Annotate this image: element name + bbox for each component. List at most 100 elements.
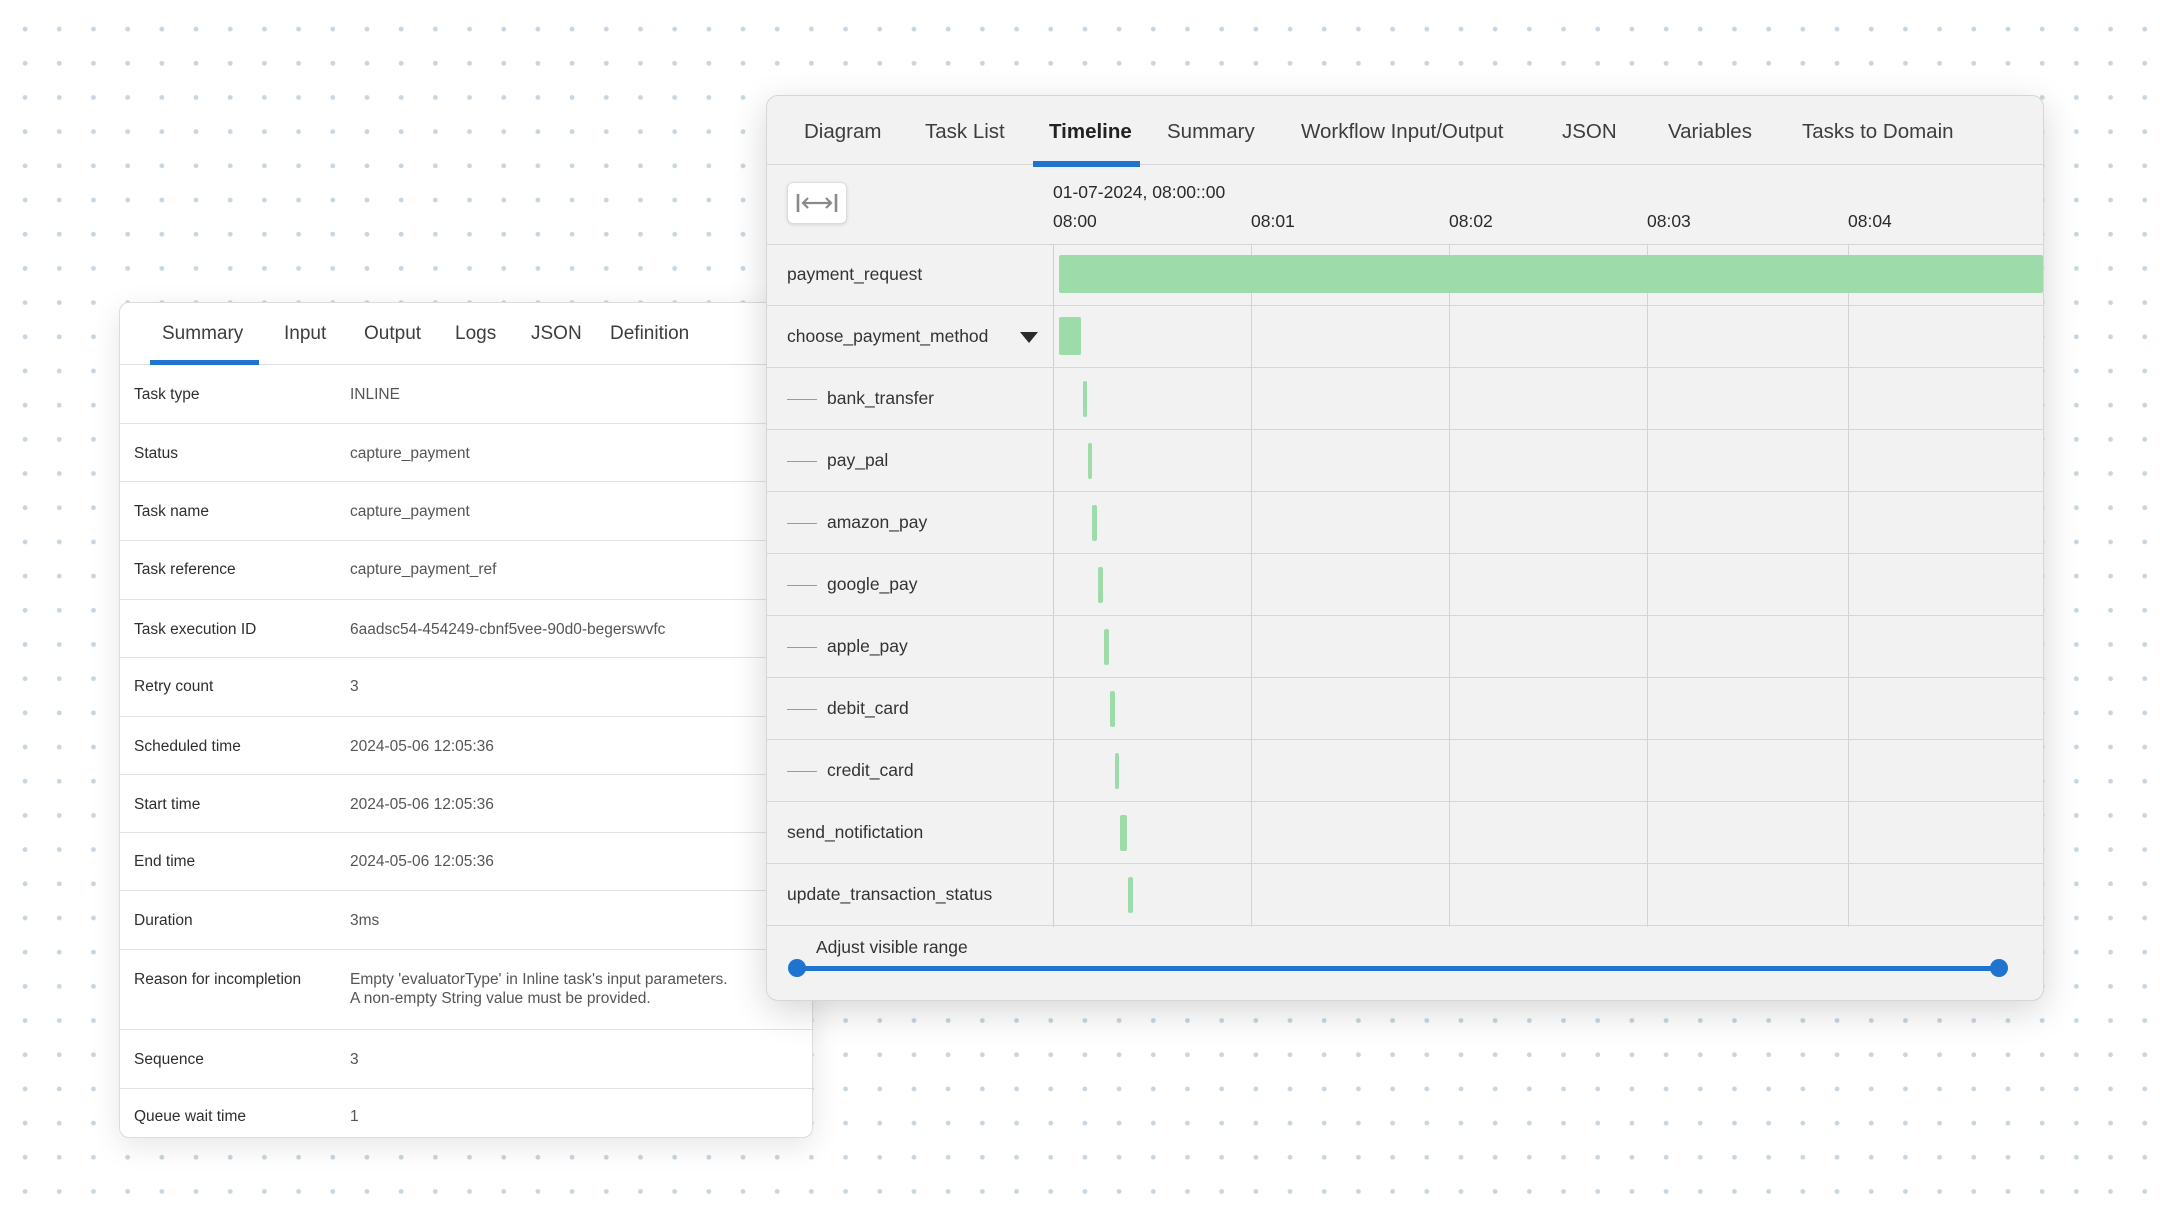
task-duration-bar[interactable] (1114, 753, 1120, 789)
detail-value: 6aadsc54-454249-cbnf5vee-90d0-begerswvfc (350, 621, 666, 638)
task-label: payment_request (787, 264, 923, 284)
detail-key: Retry count (134, 678, 214, 695)
tab-output[interactable]: Output (364, 323, 421, 345)
task-detail-tabs: Summary Input Output Logs JSON Definitio… (120, 303, 812, 365)
timeline-tick: 08:00 (1053, 211, 1097, 231)
task-detail-table: Task type INLINE Status capture_payment … (120, 365, 812, 1137)
branch-connector (787, 523, 817, 524)
tab-tasks-to-domain[interactable]: Tasks to Domain (1802, 120, 1954, 144)
task-duration-bar[interactable] (1097, 567, 1103, 603)
tab-definition[interactable]: Definition (610, 323, 689, 345)
timeline-start-date: 01-07-2024, 08:00::00 (1053, 182, 1226, 202)
detail-row-sequence: Sequence 3 (120, 1030, 812, 1089)
branch-connector (787, 771, 817, 772)
detail-value: 1 (350, 1108, 359, 1125)
detail-row-task-reference: Task reference capture_payment_ref (120, 541, 812, 600)
task-label: credit_card (827, 760, 914, 780)
branch-connector (787, 647, 817, 648)
timeline-row[interactable]: apple_pay (767, 616, 2043, 678)
range-start-handle[interactable] (788, 959, 806, 977)
branch-connector (787, 461, 817, 462)
tab-diagram[interactable]: Diagram (804, 120, 881, 144)
tab-input[interactable]: Input (284, 323, 326, 345)
task-duration-bar[interactable] (1087, 443, 1092, 479)
task-duration-bar[interactable] (1103, 629, 1109, 665)
detail-key: Task execution ID (134, 621, 257, 638)
task-label: choose_payment_method (787, 326, 989, 346)
detail-row-end-time: End time 2024-05-06 12:05:36 (120, 833, 812, 891)
detail-row-execution-id: Task execution ID 6aadsc54-454249-cbnf5v… (120, 600, 812, 658)
range-label: Adjust visible range (816, 937, 968, 957)
task-duration-bar[interactable] (1120, 815, 1128, 851)
detail-row-task-name: Task name capture_payment (120, 482, 812, 541)
task-label: send_notifictation (787, 822, 924, 842)
workflow-execution-panel: Diagram Task List Timeline Summary Workf… (766, 95, 2044, 1001)
timeline-row[interactable]: google_pay (767, 554, 2043, 616)
detail-value: INLINE (350, 386, 400, 403)
detail-value: Empty 'evaluatorType' in Inline task's i… (350, 971, 728, 988)
task-label: debit_card (827, 698, 909, 718)
timeline-header: 01-07-2024, 08:00::00 08:00 08:01 08:02 … (767, 165, 2043, 245)
tab-task-list[interactable]: Task List (925, 120, 1005, 144)
detail-value: 3 (350, 678, 359, 695)
detail-key: Task name (134, 503, 209, 520)
detail-value: capture_payment (350, 445, 470, 462)
detail-key: Start time (134, 796, 201, 813)
task-label: pay_pal (827, 450, 889, 470)
tab-json[interactable]: JSON (1562, 120, 1617, 144)
range-track[interactable] (797, 966, 1999, 971)
detail-value-line2: A non-empty String value must be provide… (350, 990, 651, 1007)
tab-summary[interactable]: Summary (1167, 120, 1255, 144)
fit-width-button[interactable] (787, 182, 847, 224)
tab-timeline[interactable]: Timeline (1033, 120, 1140, 167)
detail-value: 3 (350, 1051, 359, 1068)
detail-value: 3ms (350, 912, 380, 929)
tab-logs[interactable]: Logs (455, 323, 496, 345)
timeline-tick: 08:01 (1251, 211, 1295, 231)
task-duration-bar[interactable] (1128, 877, 1134, 913)
detail-key: Sequence (134, 1051, 204, 1068)
timeline-body: payment_request choose_payment_methodbank… (767, 244, 2043, 927)
tab-json[interactable]: JSON (531, 323, 582, 345)
detail-row-status: Status capture_payment (120, 424, 812, 482)
fit-width-icon (796, 194, 838, 212)
chevron-down-icon[interactable] (1020, 332, 1038, 343)
task-duration-bar[interactable] (1058, 255, 2043, 293)
tab-summary[interactable]: Summary (149, 323, 260, 365)
timeline-row[interactable]: amazon_pay (767, 492, 2043, 554)
detail-row-queue-wait-time: Queue wait time 1 (120, 1089, 812, 1137)
detail-row-duration: Duration 3ms (120, 891, 812, 950)
branch-connector (787, 709, 817, 710)
detail-row-task-type: Task type INLINE (120, 365, 812, 424)
task-duration-bar[interactable] (1058, 317, 1081, 355)
timeline-row[interactable]: debit_card (767, 678, 2043, 740)
timeline-tick: 08:03 (1647, 211, 1691, 231)
task-label: bank_transfer (827, 388, 935, 408)
detail-value: capture_payment_ref (350, 561, 497, 578)
timeline-row[interactable]: credit_card (767, 740, 2043, 802)
timeline-row[interactable]: bank_transfer (767, 368, 2043, 430)
detail-row-retry-count: Retry count 3 (120, 658, 812, 717)
task-label: apple_pay (827, 636, 908, 656)
task-duration-bar[interactable] (1082, 381, 1087, 417)
detail-key: Reason for incompletion (134, 971, 302, 988)
branch-connector (787, 399, 817, 400)
detail-row-scheduled-time: Scheduled time 2024-05-06 12:05:36 (120, 717, 812, 775)
detail-key: Task reference (134, 561, 236, 578)
task-duration-bar[interactable] (1109, 691, 1115, 727)
timeline-tick: 08:02 (1449, 211, 1493, 231)
detail-key: Scheduled time (134, 738, 241, 755)
range-end-handle[interactable] (1990, 959, 2008, 977)
tab-workflow-input-output[interactable]: Workflow Input/Output (1301, 120, 1503, 144)
tab-variables[interactable]: Variables (1668, 120, 1752, 144)
timeline-row[interactable]: pay_pal (767, 430, 2043, 492)
detail-value: capture_payment (350, 503, 470, 520)
timeline-row[interactable]: choose_payment_method (767, 306, 2043, 368)
timeline-row[interactable]: payment_request (767, 244, 2043, 306)
task-duration-bar[interactable] (1091, 505, 1097, 541)
detail-value: 2024-05-06 12:05:36 (350, 738, 494, 755)
timeline-row[interactable]: send_notifictation (767, 802, 2043, 864)
timeline-row[interactable]: update_transaction_status (767, 864, 2043, 926)
task-label: amazon_pay (827, 512, 928, 532)
task-label: google_pay (827, 574, 918, 594)
